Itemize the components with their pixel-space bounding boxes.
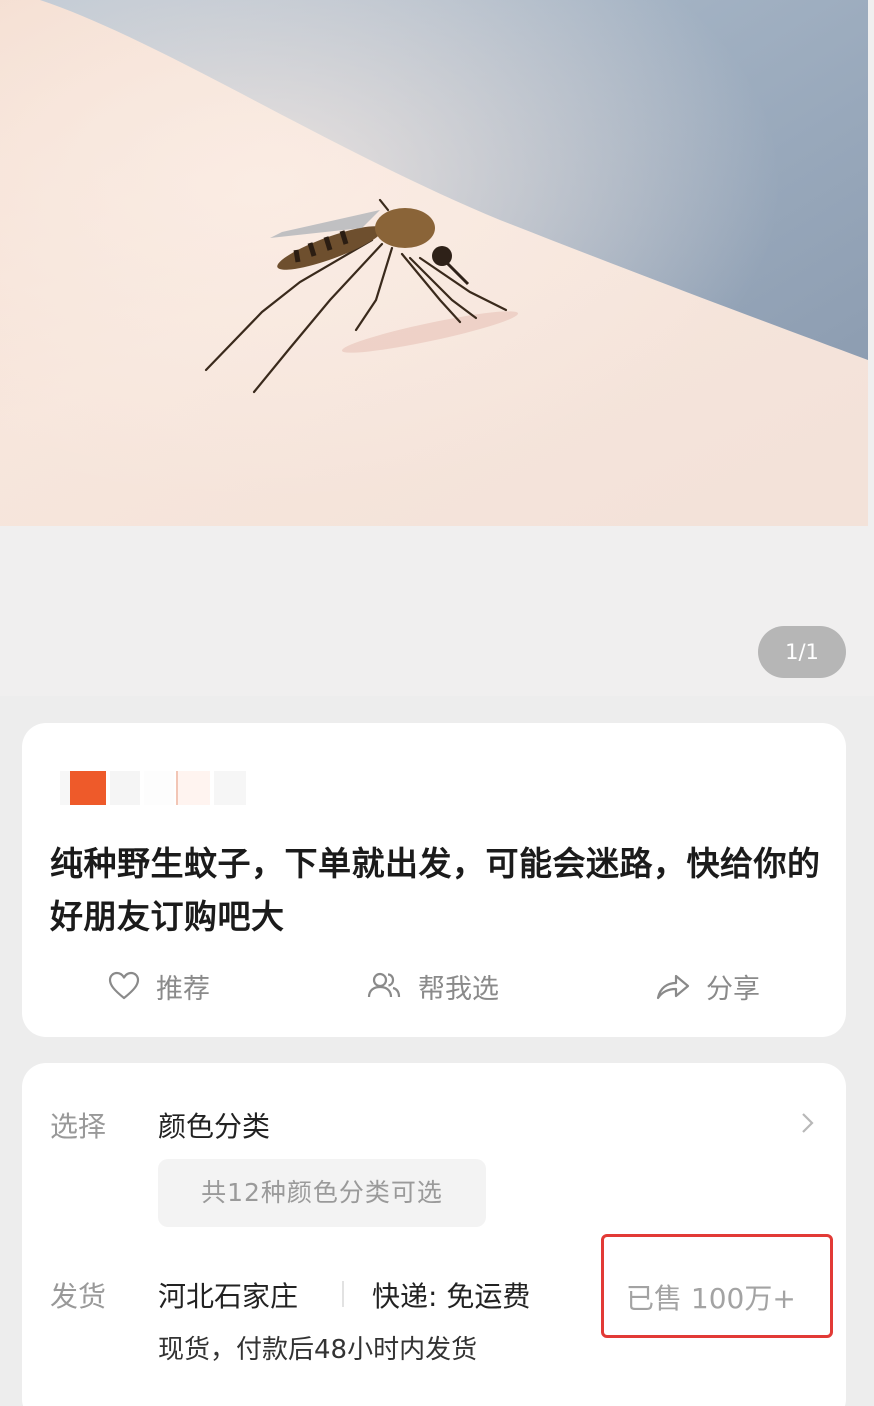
shipping-location: 河北石家庄 <box>158 1280 299 1313</box>
share-label: 分享 <box>706 973 760 1005</box>
share-button[interactable]: 分享 <box>656 963 760 1009</box>
help-me-choose-label: 帮我选 <box>418 973 499 1005</box>
chevron-right-icon[interactable] <box>800 1111 816 1135</box>
divider <box>342 1281 344 1307</box>
recommend-label: 推荐 <box>156 973 210 1005</box>
action-bar: 推荐 帮我选 分享 <box>22 963 846 1009</box>
people-icon <box>367 972 401 998</box>
shipping-label: 发货 <box>50 1280 107 1313</box>
select-value[interactable]: 颜色分类 <box>158 1105 270 1145</box>
help-me-choose-button[interactable]: 帮我选 <box>366 963 499 1009</box>
select-label: 选择 <box>50 1110 107 1143</box>
recommend-button[interactable]: 推荐 <box>108 963 210 1009</box>
share-arrow-icon <box>656 974 690 1000</box>
product-title: 纯种野生蚊子，下单就出发，可能会迷路，快给你的好朋友订购吧大 <box>50 844 821 936</box>
shop-badge <box>60 771 270 805</box>
page-indicator: 1/1 <box>758 626 846 678</box>
product-title-card: 纯种野生蚊子，下单就出发，可能会迷路，快给你的好朋友订购吧大 推荐 帮我选 分享 <box>22 723 846 1037</box>
product-info-card: 选择 颜色分类 共12种颜色分类可选 发货 河北石家庄 快递: 免运费 已售 1… <box>22 1063 846 1406</box>
sold-count: 已售 100万+ <box>626 1282 796 1315</box>
heart-icon <box>108 971 140 1000</box>
color-variants-chip[interactable]: 共12种颜色分类可选 <box>158 1159 486 1227</box>
product-gallery[interactable]: 1/1 <box>0 0 874 696</box>
product-photo[interactable] <box>0 0 868 526</box>
stock-note: 现货，付款后48小时内发货 <box>158 1335 478 1365</box>
delivery-info: 快递: 免运费 <box>372 1280 531 1313</box>
